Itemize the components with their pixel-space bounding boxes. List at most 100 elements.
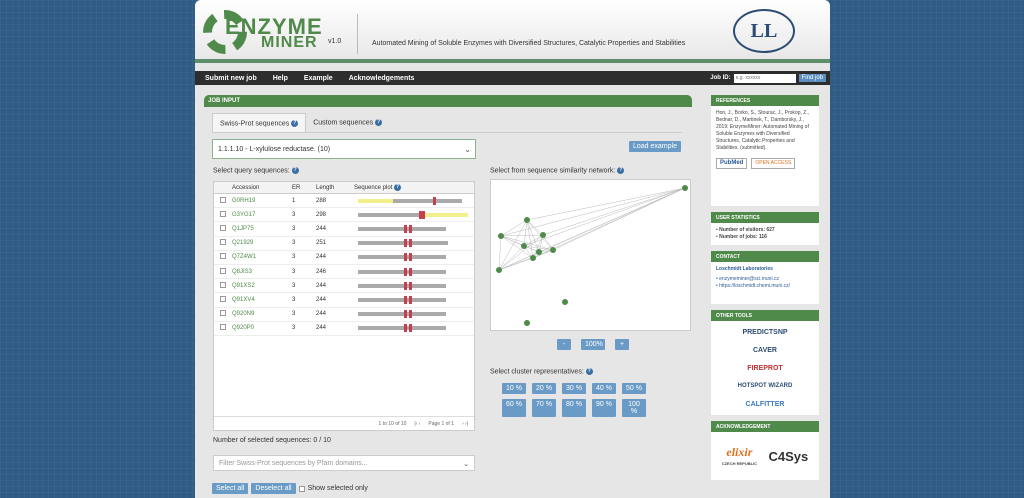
table-row[interactable]: Q21929 3 251 xyxy=(214,237,474,251)
zoom-in-button[interactable]: + xyxy=(615,339,629,350)
cluster-20-button[interactable]: 20 % xyxy=(532,383,556,394)
network-node[interactable] xyxy=(536,249,542,255)
accession-link[interactable]: Q920P0 xyxy=(232,325,290,331)
contact-email[interactable]: • enzymeminer@sci.muni.cz xyxy=(716,276,814,283)
contact-name[interactable]: Loschmidt Laboratories xyxy=(716,266,814,273)
network-node[interactable] xyxy=(530,255,536,261)
open-access-link[interactable]: OPEN ACCESS xyxy=(751,158,796,169)
table-row[interactable]: Q1JP75 3 244 xyxy=(214,222,474,237)
row-checkbox[interactable] xyxy=(220,253,226,260)
cluster-30-button[interactable]: 30 % xyxy=(562,383,586,394)
pubmed-link[interactable]: PubMed xyxy=(716,158,748,169)
network-node[interactable] xyxy=(562,299,568,305)
zoom-out-button[interactable]: - xyxy=(557,339,571,350)
accession-link[interactable]: G0RH19 xyxy=(232,198,290,204)
divider xyxy=(357,14,358,54)
network-node[interactable] xyxy=(550,247,556,253)
cluster-50-button[interactable]: 50 % xyxy=(622,383,646,394)
query-select[interactable]: 1.1.1.10 - L-xylulose reductase. (10) ⌄ xyxy=(212,139,476,159)
zoom-level[interactable]: 100% xyxy=(581,339,605,350)
deselect-all-button[interactable]: Deselect all xyxy=(251,483,296,494)
sidebar: REFERENCES Hon, J., Borko, S., Stourac, … xyxy=(711,95,819,498)
network-node[interactable] xyxy=(521,243,527,249)
accession-link[interactable]: Q7Z4W1 xyxy=(232,254,290,260)
help-icon[interactable]: ? xyxy=(394,183,402,191)
network-node[interactable] xyxy=(524,320,530,326)
active-site-marker xyxy=(404,310,408,319)
nav-example[interactable]: Example xyxy=(304,75,333,82)
accession-link[interactable]: Q21929 xyxy=(232,240,290,246)
find-job-button[interactable]: Find job xyxy=(798,74,826,82)
load-example-button[interactable]: Load example xyxy=(629,141,681,152)
pfam-filter-input[interactable]: Filter Swiss-Prot sequences by Pfam doma… xyxy=(213,455,475,471)
calfitter-link[interactable]: CALFITTER xyxy=(716,395,814,413)
select-all-button[interactable]: Select all xyxy=(212,483,249,494)
row-checkbox[interactable] xyxy=(220,281,226,288)
nav-acknowledgements[interactable]: Acknowledgements xyxy=(349,75,415,82)
show-selected-checkbox[interactable] xyxy=(298,485,305,492)
contact-web[interactable]: • https://loschmidt.chemi.muni.cz/ xyxy=(716,283,814,290)
pager-prev-icon[interactable]: |‹ ‹ xyxy=(414,421,420,427)
link-text: https://loschmidt.chemi.muni.cz/ xyxy=(719,283,790,289)
hotspot-wizard-link[interactable]: HOTSPOT WIZARD xyxy=(716,377,814,395)
accession-link[interactable]: Q920N9 xyxy=(232,311,290,317)
enzymeminer-logo[interactable]: ENZYME MINER xyxy=(203,8,343,56)
caver-link[interactable]: CAVER xyxy=(716,341,814,359)
row-checkbox[interactable] xyxy=(220,239,226,246)
network-node[interactable] xyxy=(540,232,546,238)
row-checkbox[interactable] xyxy=(220,224,226,231)
row-checkbox[interactable] xyxy=(220,295,226,302)
table-row[interactable]: Q91XS2 3 244 xyxy=(214,279,474,294)
table-row[interactable]: Q91XV4 3 244 xyxy=(214,293,474,308)
cluster-10-button[interactable]: 10 % xyxy=(502,383,526,394)
accession-link[interactable]: Q8JIS3 xyxy=(232,269,290,275)
loschmidt-logo[interactable]: LL xyxy=(733,9,795,53)
network-node[interactable] xyxy=(498,233,504,239)
cluster-100-button[interactable]: 100 % xyxy=(622,399,646,417)
row-checkbox[interactable] xyxy=(220,196,226,203)
row-checkbox[interactable] xyxy=(220,310,226,317)
nav-submit[interactable]: Submit new job xyxy=(205,75,257,82)
nav-help[interactable]: Help xyxy=(273,75,288,82)
cluster-60-button[interactable]: 60 % xyxy=(502,399,526,417)
cluster-80-button[interactable]: 80 % xyxy=(562,399,586,417)
help-icon[interactable]: ? xyxy=(617,167,625,174)
col-length[interactable]: Length xyxy=(316,185,354,191)
cluster-70-button[interactable]: 70 % xyxy=(532,399,556,417)
table-row[interactable]: G0RH19 1 288 xyxy=(214,194,474,209)
accession-link[interactable]: Q1JP75 xyxy=(232,226,290,232)
cluster-40-button[interactable]: 40 % xyxy=(592,383,616,394)
accession-link[interactable]: Q91XV4 xyxy=(232,297,290,303)
pager-next-icon[interactable]: › ›| xyxy=(462,421,468,427)
accession-link[interactable]: Q91XS2 xyxy=(232,283,290,289)
help-icon[interactable]: ? xyxy=(291,167,299,174)
network-edge xyxy=(523,187,686,247)
help-icon[interactable]: ? xyxy=(375,119,383,126)
tab-swissprot[interactable]: Swiss-Prot sequences ? xyxy=(212,113,307,133)
help-icon[interactable]: ? xyxy=(291,120,299,127)
table-row[interactable]: Q7Z4W1 3 244 xyxy=(214,251,474,265)
table-row[interactable]: Q920N9 3 244 xyxy=(214,308,474,322)
network-node[interactable] xyxy=(524,217,530,223)
table-row[interactable]: Q8JIS3 3 246 xyxy=(214,265,474,280)
elixir-logo[interactable]: elixir CZECH REPUBLIC xyxy=(722,445,757,467)
er-value: 1 xyxy=(292,197,296,204)
help-icon[interactable]: ? xyxy=(585,368,593,375)
tab-custom[interactable]: Custom sequences ? xyxy=(306,113,390,133)
network-node[interactable] xyxy=(496,267,502,273)
col-accession[interactable]: Accession xyxy=(232,185,290,191)
cluster-90-button[interactable]: 90 % xyxy=(592,399,616,417)
accession-link[interactable]: G3YG17 xyxy=(232,212,290,218)
row-checkbox[interactable] xyxy=(220,267,226,274)
c4sys-logo[interactable]: C4Sys xyxy=(769,449,809,464)
similarity-network[interactable] xyxy=(490,179,691,331)
col-er[interactable]: ER xyxy=(290,185,316,191)
fireprot-link[interactable]: FIREPROT xyxy=(716,359,814,377)
row-checkbox[interactable] xyxy=(220,324,226,331)
table-row[interactable]: Q920P0 3 244 xyxy=(214,322,474,336)
row-checkbox[interactable] xyxy=(220,210,226,217)
predictsnp-link[interactable]: PREDICTSNP xyxy=(716,323,814,341)
network-node[interactable] xyxy=(682,185,688,191)
table-row[interactable]: G3YG17 3 298 xyxy=(214,208,474,223)
jobid-input[interactable] xyxy=(733,73,796,83)
